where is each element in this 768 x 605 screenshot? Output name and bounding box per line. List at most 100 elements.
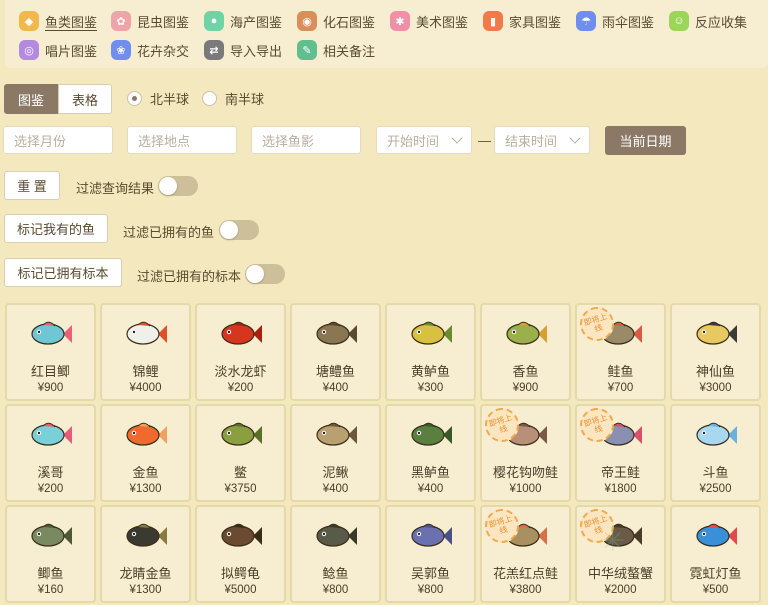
location-select[interactable]: 选择地点 xyxy=(127,126,237,154)
fish-name: 黄鲈鱼 xyxy=(410,364,450,379)
fish-icon: ◆ xyxy=(19,11,39,31)
nav-flowers[interactable]: ❀ 花卉杂交 xyxy=(111,39,189,61)
nav-label: 花卉杂交 xyxy=(137,43,190,59)
radio-label: 南半球 xyxy=(225,92,265,107)
fish-card[interactable]: 鳖 ¥3750 xyxy=(195,404,286,502)
current-date-button[interactable]: 当前日期 xyxy=(605,126,686,155)
fish-price: ¥5000 xyxy=(224,584,257,596)
placeholder: 结束时间 xyxy=(505,133,558,149)
end-time-select[interactable]: 结束时间 xyxy=(494,126,590,154)
tab-table[interactable]: 表格 xyxy=(58,84,112,114)
fish-card[interactable]: 中华绒螯蟹 ¥2000 即将上线 xyxy=(575,504,666,603)
fish-price: ¥160 xyxy=(37,584,64,596)
fish-card[interactable]: 樱花钩吻鲑 ¥1000 即将上线 xyxy=(480,403,571,502)
nav-umbrellas[interactable]: ☂ 雨伞图鉴 xyxy=(576,10,654,32)
fish-card[interactable]: 黄鲈鱼 ¥300 xyxy=(385,303,476,401)
fish-card[interactable]: 黑鲈鱼 ¥400 xyxy=(385,404,476,502)
fish-card[interactable]: 鲑鱼 ¥700 即将上线 xyxy=(575,302,666,401)
nav-label: 导入导出 xyxy=(230,43,283,59)
fish-image xyxy=(672,416,759,454)
radio-dot xyxy=(202,91,217,106)
chevron-down-icon xyxy=(569,132,581,144)
nav-insects[interactable]: ✿ 昆虫图鉴 xyxy=(111,10,189,32)
mark-owned-specimen-button[interactable]: 标记已拥有标本 xyxy=(4,258,122,287)
radio-dot xyxy=(127,91,142,106)
mark-owned-fish-button[interactable]: 标记我有的鱼 xyxy=(4,214,108,243)
fish-name: 中华绒螯蟹 xyxy=(587,566,653,581)
fish-image xyxy=(387,416,474,454)
start-time-select[interactable]: 开始时间 xyxy=(376,126,472,154)
nav-fish[interactable]: ◆ 鱼类图鉴 xyxy=(19,10,97,32)
filter-results-toggle[interactable] xyxy=(158,176,198,196)
fish-price: ¥800 xyxy=(417,584,444,596)
fish-image xyxy=(102,517,189,555)
fish-card[interactable]: 泥鳅 ¥400 xyxy=(290,404,381,502)
nav-import-export[interactable]: ⇄ 导入导出 xyxy=(204,39,282,61)
fish-card[interactable]: 溪哥 ¥200 xyxy=(5,404,96,502)
nav-fossils[interactable]: ◉ 化石图鉴 xyxy=(297,10,375,32)
fish-card[interactable]: 锦鲤 ¥4000 xyxy=(100,303,191,401)
fish-card[interactable]: 帝王鲑 ¥1800 即将上线 xyxy=(575,403,666,502)
placeholder: 开始时间 xyxy=(387,133,440,149)
fish-name: 吴郭鱼 xyxy=(410,566,450,581)
fish-card[interactable]: 拟鳄龟 ¥5000 xyxy=(195,505,286,603)
fish-image xyxy=(292,416,379,454)
fish-card[interactable]: 吴郭鱼 ¥800 xyxy=(385,505,476,603)
nav-notes[interactable]: ✎ 相关备注 xyxy=(297,39,375,61)
filter-owned-specimen-label: 过滤已拥有的标本 xyxy=(137,269,242,284)
nav-label: 美术图鉴 xyxy=(416,14,469,30)
fish-price: ¥500 xyxy=(702,584,729,596)
furniture-icon: ▮ xyxy=(483,11,503,31)
fish-price: ¥700 xyxy=(607,382,634,394)
fish-card[interactable]: 鲶鱼 ¥800 xyxy=(290,505,381,603)
nav-label: 雨伞图鉴 xyxy=(602,14,655,30)
nav-label: 相关备注 xyxy=(323,43,376,59)
nav-sea-creatures[interactable]: ● 海产图鉴 xyxy=(204,10,282,32)
fish-price: ¥800 xyxy=(322,584,349,596)
fish-name: 拟鳄龟 xyxy=(220,566,260,581)
nav-label: 鱼类图鉴 xyxy=(45,14,98,30)
fish-name: 红目鲫 xyxy=(30,364,70,379)
fish-card[interactable]: 鲫鱼 ¥160 xyxy=(5,505,96,603)
tab-gallery[interactable]: 图鉴 xyxy=(4,84,58,114)
fish-image xyxy=(387,315,474,353)
fish-name: 鲑鱼 xyxy=(607,364,634,379)
shadow-select[interactable]: 选择鱼影 xyxy=(251,126,361,154)
fish-image xyxy=(197,315,284,353)
fish-price: ¥900 xyxy=(512,382,539,394)
fish-name: 花羔红点鲑 xyxy=(492,566,558,581)
fish-card[interactable]: 龙睛金鱼 ¥1300 xyxy=(100,505,191,603)
top-nav: ◆ 鱼类图鉴 ✿ 昆虫图鉴 ● 海产图鉴 ◉ 化石图鉴 ✱ 美术图鉴 ▮ 家具图… xyxy=(5,0,768,68)
radio-north-hemisphere[interactable]: 北半球 xyxy=(127,89,189,108)
fish-image xyxy=(387,517,474,555)
swap-icon: ⇄ xyxy=(204,40,224,60)
fish-price: ¥400 xyxy=(322,483,349,495)
fish-price: ¥300 xyxy=(417,382,444,394)
nav-furniture[interactable]: ▮ 家具图鉴 xyxy=(483,10,561,32)
placeholder: 选择地点 xyxy=(138,133,191,149)
fish-image xyxy=(7,517,94,555)
nav-art[interactable]: ✱ 美术图鉴 xyxy=(390,10,468,32)
nav-reactions[interactable]: ☺ 反应收集 xyxy=(669,10,747,32)
month-select[interactable]: 选择月份 xyxy=(3,126,113,154)
fish-card[interactable]: 斗鱼 ¥2500 xyxy=(670,404,761,502)
fish-card[interactable]: 金鱼 ¥1300 xyxy=(100,404,191,502)
reset-button[interactable]: 重 置 xyxy=(4,171,60,200)
fish-card[interactable]: 花羔红点鲑 ¥3800 即将上线 xyxy=(480,504,571,603)
fish-card[interactable]: 红目鲫 ¥900 xyxy=(5,303,96,401)
fish-image xyxy=(7,416,94,454)
fish-card[interactable]: 淡水龙虾 ¥200 xyxy=(195,303,286,401)
nav-records[interactable]: ◎ 唱片图鉴 xyxy=(19,39,97,61)
fish-card[interactable]: 霓虹灯鱼 ¥500 xyxy=(670,505,761,603)
fish-card[interactable]: 塘鳢鱼 ¥400 xyxy=(290,303,381,401)
filter-owned-specimen-toggle[interactable] xyxy=(245,264,285,284)
radio-south-hemisphere[interactable]: 南半球 xyxy=(202,89,264,108)
fish-card[interactable]: 神仙鱼 ¥3000 xyxy=(670,303,761,401)
time-separator: — xyxy=(478,133,491,148)
fish-name: 神仙鱼 xyxy=(695,364,735,379)
filter-results-label: 过滤查询结果 xyxy=(76,181,155,196)
fish-price: ¥400 xyxy=(322,382,349,394)
filter-owned-fish-toggle[interactable] xyxy=(219,220,259,240)
umbrella-icon: ☂ xyxy=(576,11,596,31)
fish-card[interactable]: 香鱼 ¥900 xyxy=(480,303,571,401)
